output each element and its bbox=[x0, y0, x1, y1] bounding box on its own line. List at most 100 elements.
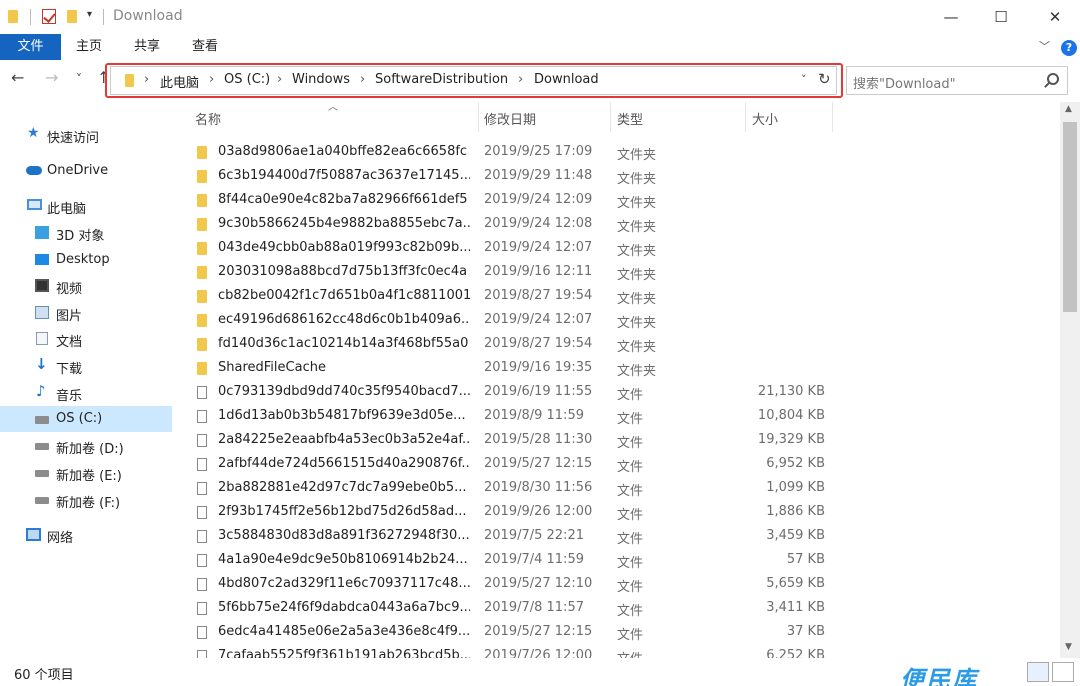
file-icon bbox=[197, 386, 207, 399]
sidebar-item-desktop[interactable]: Desktop bbox=[0, 247, 172, 273]
file-name: 03a8d9806ae1a040bffe82ea6c6658fc bbox=[218, 144, 468, 159]
minimize-button[interactable]: — bbox=[926, 0, 976, 34]
file-name: ec49196d686162cc48d6c0b1b409a6... bbox=[218, 312, 470, 327]
large-icons-view-icon[interactable] bbox=[1052, 662, 1074, 682]
scrollbar-thumb[interactable] bbox=[1063, 122, 1077, 312]
sidebar-item-os-c[interactable]: OS (C:) bbox=[0, 406, 172, 432]
tab-file[interactable]: 文件 bbox=[0, 34, 61, 60]
sidebar-item-quick-access[interactable]: ★ 快速访问 bbox=[0, 122, 172, 148]
file-icon bbox=[197, 650, 207, 658]
back-button[interactable]: ← bbox=[11, 68, 24, 87]
file-date: 2019/8/27 19:54 bbox=[484, 288, 593, 303]
address-highlight-box bbox=[105, 63, 843, 98]
sidebar-item-label: 3D 对象 bbox=[56, 229, 105, 244]
file-row[interactable]: 7cafaab5525f9f361b191ab263bcd5b... 2019/7… bbox=[180, 645, 1060, 658]
file-name: 8f44ca0e90e4c82ba7a82966f661def5 bbox=[218, 192, 468, 207]
navigation-pane: ★ 快速访问 OneDrive 此电脑 3D 对象 Desktop 视频 图片 bbox=[0, 102, 180, 658]
file-row[interactable]: 4a1a90e4e9dc9e50b8106914b2b24... 2019/7/4… bbox=[180, 549, 1060, 573]
folder-icon bbox=[197, 290, 207, 303]
file-row[interactable]: 0c793139dbd9dd740c35f9540bacd7... 2019/6/… bbox=[180, 381, 1060, 405]
properties-icon[interactable] bbox=[42, 9, 56, 24]
column-divider[interactable] bbox=[478, 102, 479, 132]
new-folder-icon[interactable] bbox=[67, 10, 77, 23]
sidebar-item-3d-objects[interactable]: 3D 对象 bbox=[0, 220, 172, 246]
file-type: 文件 bbox=[617, 648, 643, 658]
scroll-down-icon[interactable]: ▼ bbox=[1065, 642, 1072, 652]
tab-share[interactable]: 共享 bbox=[122, 34, 172, 60]
column-type[interactable]: 类型 bbox=[617, 109, 643, 128]
search-input[interactable]: 搜索"Download" bbox=[853, 73, 956, 92]
sidebar-item-drive-f[interactable]: 新加卷 (F:) bbox=[0, 487, 172, 513]
file-name: 2a84225e2eaabfb4a53ec0b3a52e4af... bbox=[218, 432, 470, 447]
file-row[interactable]: ec49196d686162cc48d6c0b1b409a6... 2019/9/… bbox=[180, 309, 1060, 333]
file-row[interactable]: 203031098a88bcd7d75b13ff3fc0ec4a 2019/9/1… bbox=[180, 261, 1060, 285]
file-row[interactable]: 2afbf44de724d5661515d40a290876f... 2019/5… bbox=[180, 453, 1060, 477]
sidebar-item-onedrive[interactable]: OneDrive bbox=[0, 158, 172, 184]
file-row[interactable]: 6c3b194400d7f50887ac3637e17145... 2019/9/… bbox=[180, 165, 1060, 189]
file-row[interactable]: 5f6bb75e24f6f9dabdca0443a6a7bc9... 2019/7… bbox=[180, 597, 1060, 621]
folder-icon bbox=[8, 10, 18, 23]
file-date: 2019/9/25 17:09 bbox=[484, 144, 593, 159]
file-icon bbox=[197, 410, 207, 423]
tab-home[interactable]: 主页 bbox=[64, 34, 114, 60]
help-icon[interactable]: ? bbox=[1061, 40, 1077, 56]
file-row[interactable]: cb82be0042f1c7d651b0a4f1c8811001 2019/8/2… bbox=[180, 285, 1060, 309]
column-size[interactable]: 大小 bbox=[752, 109, 778, 128]
file-row[interactable]: 9c30b5866245b4e9882ba8855ebc7a... 2019/9/… bbox=[180, 213, 1060, 237]
search-icon[interactable] bbox=[1047, 73, 1059, 85]
folder-icon bbox=[197, 362, 207, 375]
search-box[interactable]: 搜索"Download" bbox=[846, 66, 1068, 95]
file-size: 6,252 KB bbox=[766, 648, 825, 658]
file-type: 文件夹 bbox=[617, 268, 657, 283]
sidebar-item-downloads[interactable]: ↓ 下载 bbox=[0, 353, 172, 379]
file-row[interactable]: 8f44ca0e90e4c82ba7a82966f661def5 2019/9/2… bbox=[180, 189, 1060, 213]
file-name: 0c793139dbd9dd740c35f9540bacd7... bbox=[218, 384, 470, 399]
file-row[interactable]: fd140d36c1ac10214b14a3f468bf55a0 2019/8/2… bbox=[180, 333, 1060, 357]
column-date-modified[interactable]: 修改日期 bbox=[484, 109, 536, 128]
file-row[interactable]: SharedFileCache 2019/9/16 19:35 文件夹 bbox=[180, 357, 1060, 381]
recent-locations-button[interactable]: ˅ bbox=[76, 72, 82, 86]
scroll-up-icon[interactable]: ▲ bbox=[1065, 104, 1072, 114]
file-row[interactable]: 6edc4a41485e06e2a5a3e436e8c4f9... 2019/5/… bbox=[180, 621, 1060, 645]
sidebar-item-this-pc[interactable]: 此电脑 bbox=[0, 193, 172, 219]
vertical-scrollbar[interactable]: ▲ ▼ bbox=[1060, 102, 1080, 658]
sidebar-item-network[interactable]: 网络 bbox=[0, 522, 172, 548]
sidebar-item-documents[interactable]: 文档 bbox=[0, 326, 172, 352]
sidebar-item-videos[interactable]: 视频 bbox=[0, 273, 172, 299]
sidebar-item-drive-e[interactable]: 新加卷 (E:) bbox=[0, 460, 172, 486]
file-row[interactable]: 03a8d9806ae1a040bffe82ea6c6658fc 2019/9/2… bbox=[180, 141, 1060, 165]
column-name[interactable]: 名称 bbox=[195, 109, 221, 128]
star-icon: ★ bbox=[27, 125, 40, 141]
file-row[interactable]: 043de49cbb0ab88a019f993c82b09b... 2019/9/… bbox=[180, 237, 1060, 261]
file-row[interactable]: 2f93b1745ff2e56b12bd75d26d58ad... 2019/9/… bbox=[180, 501, 1060, 525]
ribbon-tabs: 文件 主页 共享 查看 ﹀ bbox=[0, 34, 1080, 60]
music-icon: ♪ bbox=[36, 382, 46, 400]
details-view-icon[interactable] bbox=[1027, 662, 1049, 682]
sidebar-item-drive-d[interactable]: 新加卷 (D:) bbox=[0, 433, 172, 459]
close-button[interactable]: ✕ bbox=[1030, 0, 1080, 34]
tab-view[interactable]: 查看 bbox=[180, 34, 230, 60]
column-divider[interactable] bbox=[610, 102, 611, 132]
documents-icon bbox=[36, 332, 48, 345]
sidebar-item-label: 新加卷 (F:) bbox=[56, 496, 121, 511]
sidebar-item-music[interactable]: ♪ 音乐 bbox=[0, 380, 172, 406]
desktop-icon bbox=[35, 254, 49, 265]
file-row[interactable]: 1d6d13ab0b3b54817bf9639e3d05e... 2019/8/9… bbox=[180, 405, 1060, 429]
sidebar-item-pictures[interactable]: 图片 bbox=[0, 300, 172, 326]
file-type: 文件 bbox=[617, 484, 644, 499]
file-row[interactable]: 3c5884830d83d8a891f36272948f30... 2019/7/… bbox=[180, 525, 1060, 549]
column-divider[interactable] bbox=[745, 102, 746, 132]
column-divider[interactable] bbox=[832, 102, 833, 132]
file-type: 文件 bbox=[617, 580, 644, 595]
forward-button[interactable]: → bbox=[45, 68, 58, 87]
computer-icon bbox=[27, 199, 42, 210]
file-type: 文件夹 bbox=[617, 172, 657, 187]
expand-ribbon-icon[interactable]: ﹀ bbox=[1039, 38, 1050, 54]
file-row[interactable]: 2ba882881e42d97c7dc7a99ebe0b5... 2019/8/3… bbox=[180, 477, 1060, 501]
file-row[interactable]: 4bd807c2ad329f11e6c70937117c48... 2019/5/… bbox=[180, 573, 1060, 597]
customize-toolbar-icon[interactable]: ▾ bbox=[87, 9, 92, 20]
file-row[interactable]: 2a84225e2eaabfb4a53ec0b3a52e4af... 2019/5… bbox=[180, 429, 1060, 453]
drive-icon bbox=[35, 443, 49, 450]
file-date: 2019/9/29 11:48 bbox=[484, 168, 593, 183]
maximize-button[interactable]: ☐ bbox=[976, 0, 1026, 34]
